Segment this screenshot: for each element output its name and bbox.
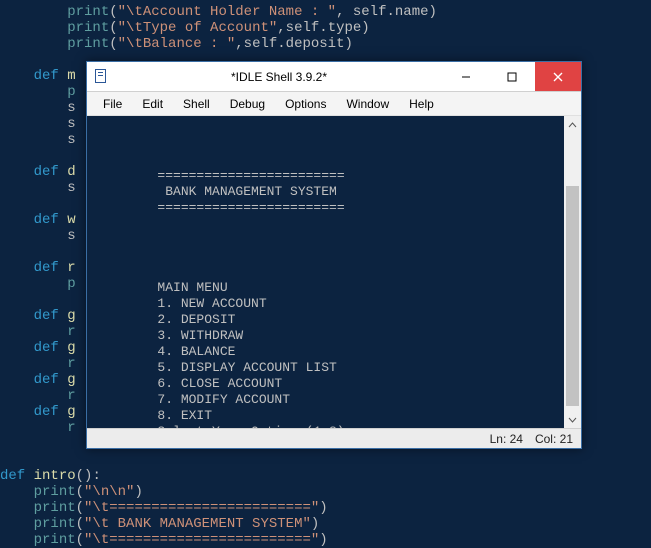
minimize-icon (461, 72, 471, 82)
status-bar: Ln: 24 Col: 21 (87, 428, 581, 448)
chevron-down-icon (568, 417, 577, 423)
scroll-down-button[interactable] (564, 411, 581, 428)
shell-body: ======================== BANK MANAGEMENT… (87, 116, 581, 428)
maximize-icon (507, 72, 517, 82)
menu-shell[interactable]: Shell (173, 94, 220, 114)
maximize-button[interactable] (489, 62, 535, 91)
vertical-scrollbar[interactable] (564, 116, 581, 428)
status-col: Col: 21 (535, 432, 573, 446)
scroll-up-button[interactable] (564, 116, 581, 133)
close-button[interactable] (535, 62, 581, 91)
window-title: *IDLE Shell 3.9.2* (115, 70, 443, 84)
menu-options[interactable]: Options (275, 94, 336, 114)
idle-shell-window: *IDLE Shell 3.9.2* File Edit Shell Debug… (86, 61, 582, 449)
app-icon (93, 69, 109, 85)
status-line: Ln: 24 (490, 432, 523, 446)
shell-output[interactable]: ======================== BANK MANAGEMENT… (87, 116, 564, 428)
menu-debug[interactable]: Debug (220, 94, 275, 114)
menu-help[interactable]: Help (399, 94, 444, 114)
menu-file[interactable]: File (93, 94, 132, 114)
close-icon (553, 72, 563, 82)
menu-edit[interactable]: Edit (132, 94, 173, 114)
menu-bar: File Edit Shell Debug Options Window Hel… (87, 92, 581, 116)
minimize-button[interactable] (443, 62, 489, 91)
window-titlebar[interactable]: *IDLE Shell 3.9.2* (87, 62, 581, 92)
menu-window[interactable]: Window (336, 94, 399, 114)
chevron-up-icon (568, 122, 577, 128)
scrollbar-thumb[interactable] (566, 186, 579, 406)
